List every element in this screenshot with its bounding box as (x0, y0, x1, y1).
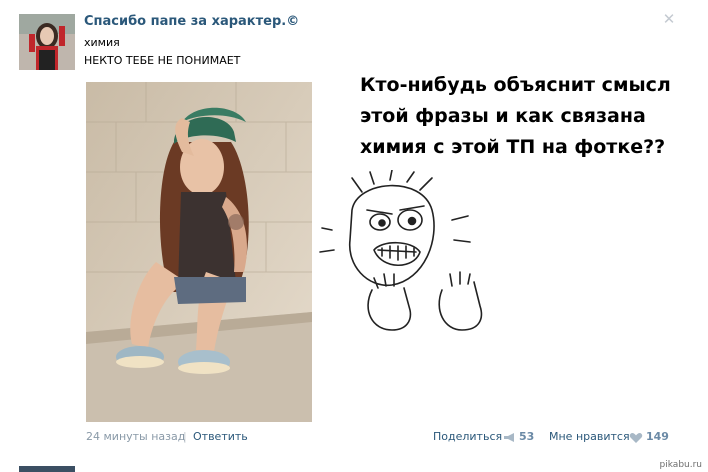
post-text-line: НЕКТО ТЕБЕ НЕ ПОНИМАЕТ (84, 54, 241, 67)
post-timestamp: 24 минуты назад (86, 430, 186, 443)
share-link[interactable]: Поделиться (433, 430, 502, 443)
post-title[interactable]: Спасибо папе за характер.© (84, 14, 299, 29)
heart-icon (629, 432, 643, 443)
meme-face-drawing (312, 169, 512, 335)
like-count: 149 (646, 430, 669, 443)
reply-link[interactable]: Ответить (193, 430, 248, 443)
close-icon[interactable]: ✕ (660, 10, 678, 28)
post-text-line: химия (84, 36, 120, 49)
post-photo-image (86, 82, 312, 422)
post-photo[interactable] (86, 82, 312, 422)
annotation-question: Кто-нибудь объяснит смысл этой фразы и к… (360, 74, 671, 158)
share-count: 53 (519, 430, 535, 443)
footer-separator: | (183, 430, 187, 443)
megaphone-icon (504, 433, 514, 442)
avatar[interactable] (19, 14, 75, 70)
avatar-image (19, 14, 75, 70)
watermark: pikabu.ru (659, 460, 702, 470)
like-link[interactable]: Мне нравится (549, 430, 630, 443)
next-post-avatar-edge (19, 466, 75, 472)
